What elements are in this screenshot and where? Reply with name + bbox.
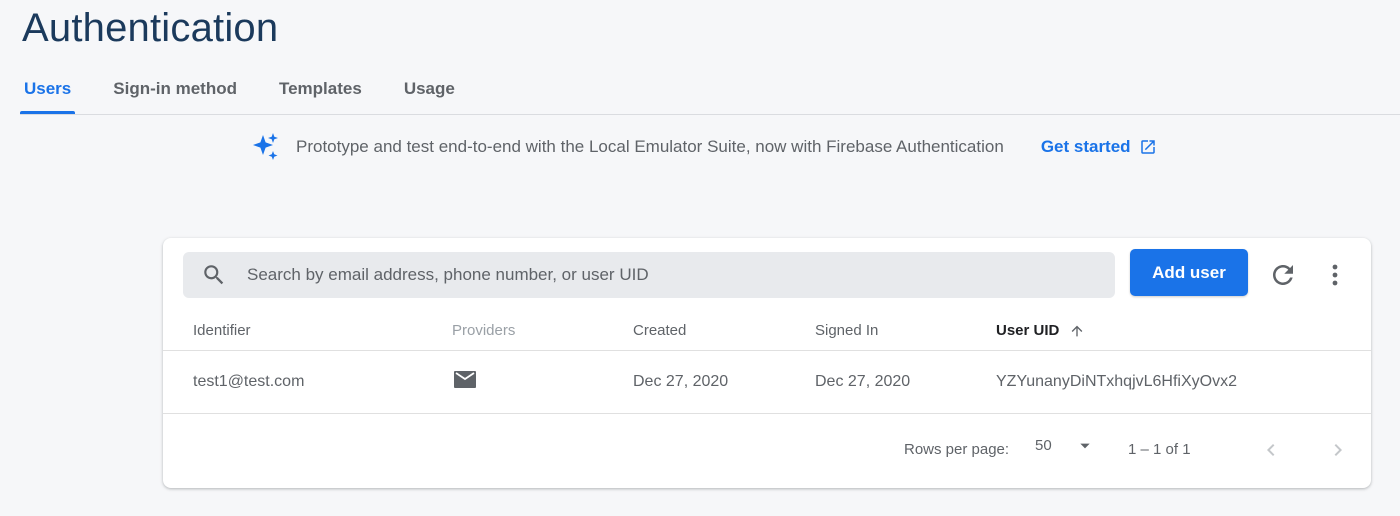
refresh-icon[interactable]	[1268, 260, 1298, 290]
tab-users[interactable]: Users	[20, 70, 76, 114]
column-header-identifier[interactable]: Identifier	[193, 322, 251, 339]
column-header-created[interactable]: Created	[633, 322, 686, 339]
cell-created: Dec 27, 2020	[633, 373, 729, 390]
more-vert-icon[interactable]	[1325, 260, 1345, 290]
add-user-button[interactable]: Add user	[1130, 249, 1248, 296]
cell-user-uid: YZYunanyDiNTxhqjvL6HfiXyOvx2	[996, 373, 1237, 390]
tab-bar: Users Sign-in method Templates Usage	[20, 70, 493, 114]
cell-identifier: test1@test.com	[193, 373, 305, 390]
users-table-card: Add user Identifier Providers Created Si…	[163, 238, 1371, 488]
tab-usage[interactable]: Usage	[400, 70, 459, 114]
mail-icon	[454, 371, 476, 388]
get-started-label: Get started	[1040, 137, 1131, 156]
chevron-right-icon[interactable]	[1326, 438, 1350, 462]
table-pagination: Rows per page: 50 1 – 1 of 1	[163, 414, 1371, 488]
column-header-user-uid-label: User UID	[996, 322, 1060, 339]
search-bar[interactable]	[183, 252, 1115, 298]
sparkle-icon	[253, 133, 278, 160]
search-icon	[204, 265, 224, 285]
rows-per-page-value: 50	[1035, 437, 1052, 454]
column-header-providers: Providers	[452, 322, 516, 339]
get-started-link[interactable]: Get started	[1041, 137, 1157, 157]
table-header: Identifier Providers Created Signed In U…	[163, 312, 1371, 351]
table-row[interactable]: test1@test.com Dec 27, 2020 Dec 27, 2020…	[163, 351, 1371, 414]
column-header-signed-in[interactable]: Signed In	[815, 322, 878, 339]
rows-per-page-select[interactable]: 50	[1035, 437, 1092, 454]
emulator-banner: Prototype and test end-to-end with the L…	[250, 130, 1157, 164]
tab-templates[interactable]: Templates	[275, 70, 366, 114]
chevron-left-icon[interactable]	[1259, 438, 1283, 462]
tab-sign-in-method[interactable]: Sign-in method	[109, 70, 241, 114]
tabs-divider	[20, 114, 1400, 115]
open-in-new-icon	[1140, 140, 1155, 154]
banner-text: Prototype and test end-to-end with the L…	[296, 137, 1004, 156]
search-input[interactable]	[245, 264, 1089, 286]
cell-signed-in: Dec 27, 2020	[815, 373, 911, 390]
page-title: Authentication	[22, 6, 279, 50]
rows-per-page-label: Rows per page:	[904, 441, 1010, 458]
chevron-down-icon	[1080, 443, 1090, 448]
arrow-up-icon	[1072, 325, 1083, 336]
pagination-range: 1 – 1 of 1	[1128, 441, 1191, 458]
column-header-user-uid[interactable]: User UID	[996, 322, 1085, 339]
